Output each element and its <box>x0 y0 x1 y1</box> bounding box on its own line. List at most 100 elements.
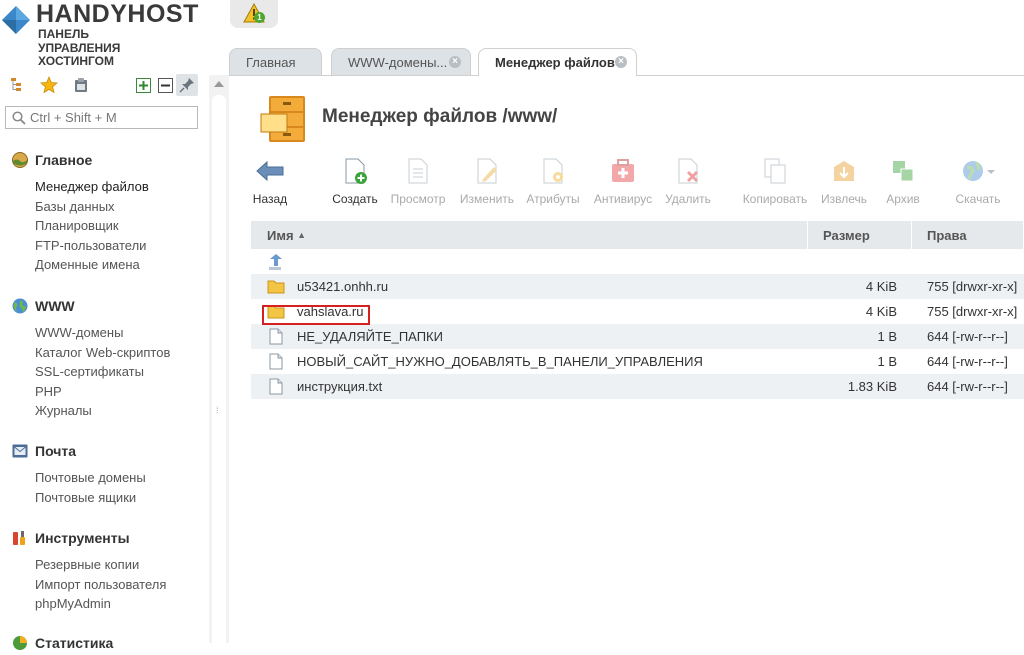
table-row[interactable]: инструкция.txt 1.83 KiB 644 [-rw-r--r--] <box>251 374 1024 399</box>
file-name: инструкция.txt <box>297 379 383 394</box>
copy-button[interactable]: Копировать <box>740 156 810 208</box>
chart-icon <box>12 635 28 651</box>
column-header-size[interactable]: Размер <box>808 221 912 249</box>
page-title: Менеджер файлов /www/ <box>322 106 558 127</box>
toolbar-label: Скачать <box>955 192 1001 206</box>
table-row-parent-directory[interactable] <box>251 249 1024 274</box>
file-size: 4 KiB <box>865 304 897 319</box>
file-permissions: 755 [drwxr-xr-x] <box>927 279 1018 294</box>
sidebar-item-ssl[interactable]: SSL-сертификаты <box>0 362 205 382</box>
sort-ascending-icon: ▲ <box>297 230 307 240</box>
sidebar-item-import-user[interactable]: Импорт пользователя <box>0 575 205 595</box>
edit-icon <box>477 158 497 184</box>
toolbar-label: Просмотр <box>390 192 446 206</box>
table-row[interactable]: u53421.onhh.ru 4 KiB 755 [drwxr-xr-x] <box>251 274 1024 299</box>
table-row[interactable]: НЕ_УДАЛЯЙТЕ_ПАПКИ 1 B 644 [-rw-r--r--] <box>251 324 1024 349</box>
file-size: 1.83 KiB <box>847 379 897 394</box>
alerts-button[interactable]: 1 <box>230 0 278 28</box>
sidebar: HANDYHOST ПАНЕЛЬ УПРАВЛЕНИЯ ХОСТИНГОМ Ct… <box>0 0 229 655</box>
scrollbar-thumb[interactable] <box>212 95 226 655</box>
brand-subtitle-line: УПРАВЛЕНИЯ <box>38 40 121 55</box>
toolbar-label: Копировать <box>742 192 808 206</box>
back-arrow-icon <box>256 160 284 182</box>
sidebar-section-www: WWW WWW-домены Каталог Web-скриптов SSL-… <box>0 295 205 421</box>
brand-subtitle: ПАНЕЛЬ УПРАВЛЕНИЯ ХОСТИНГОМ <box>38 27 121 69</box>
file-icon <box>267 328 285 345</box>
pin-icon[interactable] <box>176 74 198 96</box>
file-icon <box>267 378 285 395</box>
search-input[interactable] <box>30 109 190 126</box>
world-icon <box>12 298 28 314</box>
tree-icon[interactable] <box>8 75 28 95</box>
archive-button[interactable]: Архив <box>879 156 927 208</box>
sidebar-section-header[interactable]: Статистика <box>0 632 205 654</box>
tab-label: Менеджер файлов <box>495 55 615 70</box>
file-name: НОВЫЙ_САЙТ_НУЖНО_ДОБАВЛЯТЬ_В_ПАНЕЛИ_УПРА… <box>297 354 703 369</box>
search-box[interactable] <box>5 106 198 129</box>
sidebar-item-ftp-users[interactable]: FTP-пользователи <box>0 236 205 256</box>
file-table: Имя ▲ Размер Права u53421.onhh.ru 4 KiB … <box>251 221 1024 399</box>
search-icon <box>12 111 26 125</box>
edit-button[interactable]: Изменить <box>457 156 517 208</box>
delete-button[interactable]: Удалить <box>662 156 714 208</box>
sidebar-item-file-manager[interactable]: Менеджер файлов <box>0 177 205 197</box>
close-icon[interactable]: × <box>449 56 461 68</box>
splitter-grip-icon[interactable]: ⁞ <box>216 405 219 415</box>
sidebar-section-title: WWW <box>35 298 75 314</box>
tab-home[interactable]: Главная <box>229 48 322 75</box>
view-button[interactable]: Просмотр <box>388 156 448 208</box>
create-button[interactable]: Создать <box>329 156 381 208</box>
sidebar-item-mailboxes[interactable]: Почтовые ящики <box>0 488 205 508</box>
sidebar-section-header[interactable]: Почта <box>0 440 205 462</box>
sidebar-item-web-scripts[interactable]: Каталог Web-скриптов <box>0 343 205 363</box>
sidebar-item-phpmyadmin[interactable]: phpMyAdmin <box>0 594 205 614</box>
download-icon <box>963 161 995 181</box>
sidebar-item-www-domains[interactable]: WWW-домены <box>0 323 205 343</box>
new-file-icon <box>345 158 367 184</box>
tab-label: Главная <box>246 54 296 70</box>
expand-icon[interactable] <box>133 75 153 95</box>
extract-button[interactable]: Извлечь <box>818 156 870 208</box>
sidebar-item-mail-domains[interactable]: Почтовые домены <box>0 468 205 488</box>
sidebar-item-php[interactable]: PHP <box>0 382 205 402</box>
close-icon[interactable]: × <box>615 56 627 68</box>
file-permissions: 644 [-rw-r--r--] <box>927 379 1008 394</box>
tools-icon <box>12 530 28 546</box>
sidebar-section-header[interactable]: Инструменты <box>0 527 205 549</box>
antivirus-button[interactable]: Антивирус <box>591 156 655 208</box>
sidebar-section-header[interactable]: Главное <box>0 149 205 171</box>
sidebar-scrollbar[interactable]: ⁞ <box>209 75 229 655</box>
sidebar-section-title: Почта <box>35 443 77 459</box>
back-button[interactable]: Назад <box>246 156 294 208</box>
file-name: u53421.onhh.ru <box>297 279 389 294</box>
copy-icon <box>764 158 786 184</box>
toolbar-label: Антивирус <box>593 192 653 206</box>
sidebar-item-backups[interactable]: Резервные копии <box>0 555 205 575</box>
tab-file-manager[interactable]: Менеджер файлов × <box>478 48 637 76</box>
brand-subtitle-line: ХОСТИНГОМ <box>38 54 114 68</box>
logo[interactable]: HANDYHOST ПАНЕЛЬ УПРАВЛЕНИЯ ХОСТИНГОМ <box>0 0 215 70</box>
clipboard-icon[interactable] <box>71 75 91 95</box>
folder-icon <box>267 279 285 295</box>
sidebar-section-title: Инструменты <box>35 530 130 546</box>
table-row[interactable]: vahslava.ru 4 KiB 755 [drwxr-xr-x] <box>251 299 1024 325</box>
column-header-name[interactable]: Имя ▲ <box>251 221 808 249</box>
sidebar-item-databases[interactable]: Базы данных <box>0 197 205 217</box>
sidebar-item-logs[interactable]: Журналы <box>0 401 205 421</box>
sidebar-item-domain-names[interactable]: Доменные имена <box>0 255 205 275</box>
file-size: 4 KiB <box>865 279 897 294</box>
attributes-button[interactable]: Атрибуты <box>523 156 583 208</box>
tab-www-domains[interactable]: WWW-домены... × <box>331 48 471 75</box>
table-row[interactable]: НОВЫЙ_САЙТ_НУЖНО_ДОБАВЛЯТЬ_В_ПАНЕЛИ_УПРА… <box>251 349 1024 374</box>
star-icon[interactable] <box>39 75 59 95</box>
sidebar-item-scheduler[interactable]: Планировщик <box>0 216 205 236</box>
column-header-label: Имя <box>267 227 294 243</box>
sidebar-section-title: Статистика <box>35 635 114 651</box>
column-header-permissions[interactable]: Права <box>912 221 1024 249</box>
download-button[interactable]: Скачать <box>951 156 1005 208</box>
scroll-up-arrow-icon[interactable] <box>214 81 224 87</box>
sidebar-section-header[interactable]: WWW <box>0 295 205 317</box>
tab-bar: Главная WWW-домены... × Менеджер файлов … <box>229 45 1024 76</box>
alert-count-badge: 1 <box>254 12 265 23</box>
collapse-icon[interactable] <box>155 75 175 95</box>
